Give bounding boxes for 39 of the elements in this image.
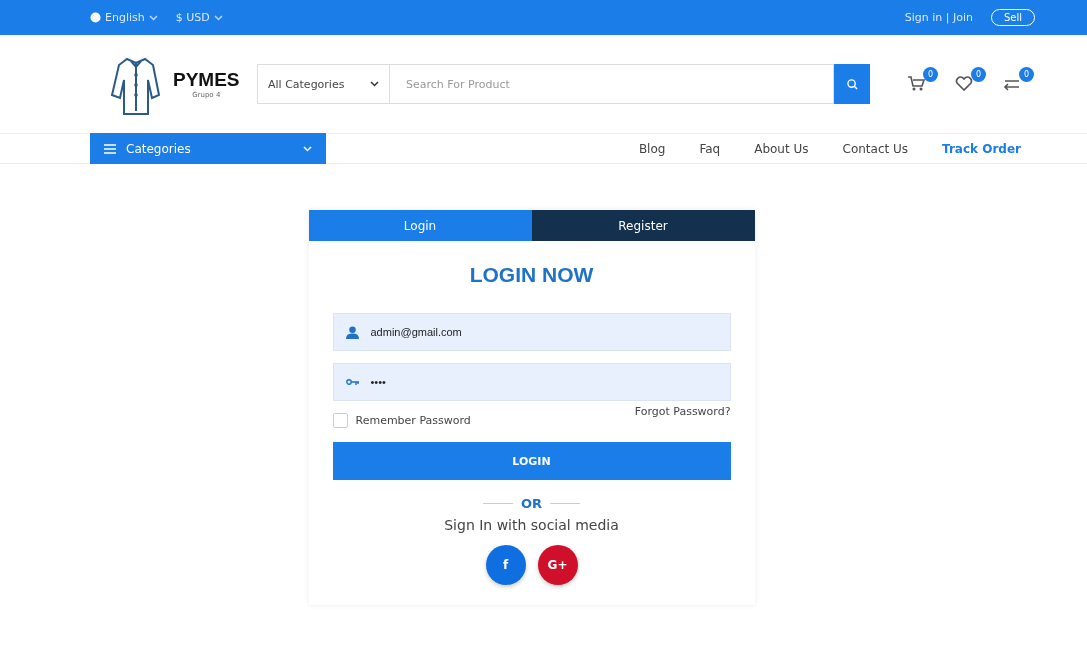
remember-label: Remember Password	[355, 414, 471, 427]
count-badge: 0	[971, 67, 986, 82]
form-tab[interactable]: Register	[531, 210, 755, 241]
search-button[interactable]	[834, 64, 870, 104]
category-select[interactable]: All Categories	[257, 64, 390, 104]
key-icon	[345, 378, 359, 386]
menu-icon	[104, 143, 116, 154]
login-title: LOGIN NOW	[468, 263, 595, 287]
categories-button[interactable]: Categories	[90, 133, 326, 164]
search-field[interactable]: Search For Product	[390, 64, 834, 104]
nav-link[interactable]: Blog	[638, 141, 666, 156]
chevron-icon	[148, 14, 158, 21]
count-badge: 0	[923, 67, 938, 82]
cart-icon	[906, 73, 926, 93]
password-field[interactable]: ••••	[332, 363, 731, 401]
chevron-icon	[370, 81, 379, 87]
user-icon	[345, 325, 359, 339]
social-login-button[interactable]: f	[485, 545, 526, 585]
sign-in-link[interactable]: Sign in | Join	[904, 11, 973, 24]
email-field[interactable]: admin@gmail.com	[332, 313, 731, 351]
remember-checkbox[interactable]	[332, 413, 348, 428]
form-tab[interactable]: Login	[308, 210, 532, 241]
or-separator: OR	[520, 496, 543, 511]
logo-title: PYMES	[173, 69, 240, 91]
search-icon	[846, 78, 858, 90]
count-badge: 0	[1019, 67, 1034, 82]
nav-link[interactable]: Faq	[699, 141, 721, 156]
currency-selector[interactable]: $ USD	[175, 11, 223, 24]
language-selector[interactable]: English	[90, 11, 158, 24]
login-button[interactable]: LOGIN	[332, 442, 731, 480]
chevron-icon	[303, 145, 312, 152]
nav-link[interactable]: Contact Us	[842, 141, 909, 156]
heart-icon	[954, 73, 974, 93]
nav-link[interactable]: About Us	[754, 141, 809, 156]
nav-link[interactable]: Track Order	[942, 141, 1021, 156]
forgot-password-link[interactable]: Forgot Password?	[634, 405, 731, 418]
social-login-button[interactable]: G+	[537, 545, 578, 585]
social-text: Sign In with social media	[443, 517, 620, 533]
chevron-icon	[213, 14, 223, 21]
